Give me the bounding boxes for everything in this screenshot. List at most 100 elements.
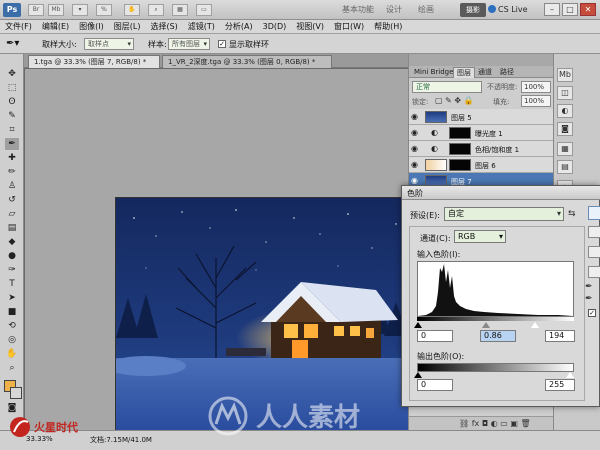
move-tool-icon[interactable]: ✥ <box>5 68 19 80</box>
options-button[interactable] <box>588 266 600 278</box>
menu-image[interactable]: 图像(I) <box>74 20 109 34</box>
show-sampling-ring-checkbox[interactable]: ✓ <box>218 40 226 48</box>
add-mask-icon[interactable]: ◘ <box>482 419 488 428</box>
output-black-field[interactable]: 0 <box>417 379 453 391</box>
3d-orbit-tool-icon[interactable]: ◎ <box>5 334 19 346</box>
maximize-button[interactable]: □ <box>562 3 578 16</box>
layers-icon[interactable]: ◫ <box>557 86 573 100</box>
history-brush-tool-icon[interactable]: ↺ <box>5 194 19 206</box>
menu-view[interactable]: 视图(V) <box>291 20 329 34</box>
cancel-button[interactable] <box>588 226 600 238</box>
black-point-eyedropper-icon[interactable]: ✒ <box>585 282 593 292</box>
visibility-eye-icon[interactable]: ◉ <box>411 128 420 137</box>
workspace-tab-basic[interactable]: 基本功能 <box>336 3 380 17</box>
input-black-slider[interactable] <box>414 322 422 328</box>
eyedropper-preset-icon[interactable]: ✒▾ <box>6 38 19 49</box>
gray-point-eyedropper-icon[interactable]: ✒ <box>585 294 593 304</box>
link-layers-icon[interactable]: ⛓ <box>459 419 469 428</box>
input-black-field[interactable]: 0 <box>417 330 453 342</box>
zoom-tool-icon[interactable]: ⌕ <box>148 4 164 16</box>
menu-select[interactable]: 选择(S) <box>145 20 182 34</box>
visibility-eye-icon[interactable]: ◉ <box>411 112 420 121</box>
new-adjustment-icon[interactable]: ◐ <box>491 419 498 428</box>
delete-layer-icon[interactable]: 🗑 <box>520 419 530 428</box>
input-gamma-field[interactable]: 0.86 <box>480 330 516 342</box>
menu-analysis[interactable]: 分析(A) <box>220 20 258 34</box>
input-white-slider[interactable] <box>531 322 539 328</box>
output-white-slider[interactable] <box>566 372 574 378</box>
new-group-icon[interactable]: ▭ <box>500 419 508 428</box>
eraser-tool-icon[interactable]: ▱ <box>5 208 19 220</box>
opacity-input[interactable]: 100% <box>521 81 551 93</box>
minimize-button[interactable]: – <box>544 3 560 16</box>
type-tool-icon[interactable]: T <box>5 278 19 290</box>
layer-row[interactable]: ◉ 图层 6 <box>409 157 554 173</box>
output-white-field[interactable]: 255 <box>545 379 575 391</box>
input-gamma-slider[interactable] <box>482 322 490 328</box>
3d-rotate-tool-icon[interactable]: ⟲ <box>5 320 19 332</box>
styles-icon[interactable]: ▦ <box>557 142 573 156</box>
input-white-field[interactable]: 194 <box>545 330 575 342</box>
fill-input[interactable]: 100% <box>521 95 551 107</box>
minibridge-icon[interactable]: Mb <box>48 4 64 16</box>
arrange-documents-icon[interactable]: ▦ <box>172 4 188 16</box>
close-button[interactable]: ✕ <box>580 3 596 16</box>
bridge-icon[interactable]: Br <box>28 4 44 16</box>
sample-size-select[interactable]: 取样点 <box>84 38 134 50</box>
marquee-tool-icon[interactable]: ⬚ <box>5 82 19 94</box>
preset-select[interactable]: 自定 <box>444 207 564 221</box>
spot-heal-tool-icon[interactable]: ✚ <box>5 152 19 164</box>
visibility-eye-icon[interactable]: ◉ <box>411 160 420 169</box>
hand-tool-icon[interactable]: ✋ <box>124 4 140 16</box>
screen-mode-icon[interactable]: ▭ <box>196 4 212 16</box>
menu-file[interactable]: 文件(F) <box>0 20 37 34</box>
crop-tool-icon[interactable]: ⌗ <box>5 124 19 136</box>
menu-window[interactable]: 窗口(W) <box>329 20 369 34</box>
menu-help[interactable]: 帮助(H) <box>369 20 407 34</box>
path-select-tool-icon[interactable]: ➤ <box>5 292 19 304</box>
clone-stamp-tool-icon[interactable]: ♙ <box>5 180 19 192</box>
menu-3d[interactable]: 3D(D) <box>258 20 292 34</box>
mini-bridge-icon[interactable]: Mb <box>557 68 573 82</box>
gradient-tool-icon[interactable]: ▤ <box>5 222 19 234</box>
lasso-tool-icon[interactable]: ʘ <box>5 96 19 108</box>
tab-channels[interactable]: 通道 <box>475 67 495 78</box>
menu-edit[interactable]: 编辑(E) <box>37 20 74 34</box>
dodge-tool-icon[interactable]: ● <box>5 250 19 262</box>
blend-mode-select[interactable]: 正常 <box>412 81 482 93</box>
document-size[interactable]: 文档:7.15M/41.0M <box>90 435 152 445</box>
tab-layers[interactable]: 图层 <box>453 67 475 78</box>
eyedropper-tool-icon[interactable]: ✒ <box>5 138 19 150</box>
menu-layer[interactable]: 图层(L) <box>109 20 146 34</box>
preset-options-icon[interactable]: ⇆ <box>568 209 576 219</box>
cs-live-button[interactable]: CS Live <box>488 3 534 17</box>
masks-icon[interactable]: ◙ <box>557 122 573 136</box>
blur-tool-icon[interactable]: ◆ <box>5 236 19 248</box>
quick-select-tool-icon[interactable]: ✎ <box>5 110 19 122</box>
adjustments-icon[interactable]: ◐ <box>557 104 573 118</box>
layer-row[interactable]: ◉ ◐ 曝光度 1 <box>409 125 554 141</box>
menu-filter[interactable]: 滤镜(T) <box>183 20 220 34</box>
tab-paths[interactable]: 路径 <box>497 67 517 78</box>
swatches-icon[interactable]: ▤ <box>557 160 573 174</box>
channel-select[interactable]: RGB <box>454 230 506 243</box>
visibility-eye-icon[interactable]: ◉ <box>411 144 420 153</box>
shape-tool-icon[interactable]: ■ <box>5 306 19 318</box>
workspace-tab-photography[interactable]: 摄影 <box>460 3 486 17</box>
background-color-swatch[interactable] <box>10 387 22 399</box>
output-black-slider[interactable] <box>414 372 422 378</box>
ok-button[interactable] <box>588 206 600 220</box>
extras-icon[interactable]: ▾ <box>72 4 88 16</box>
zoom-tool-icon[interactable]: ⌕ <box>5 362 19 374</box>
workspace-tab-design[interactable]: 设计 <box>380 3 408 17</box>
visibility-eye-icon[interactable]: ◉ <box>411 176 420 185</box>
sample-select[interactable]: 所有图层 <box>168 38 210 50</box>
tab-mini-bridge[interactable]: Mini Bridge <box>411 67 456 78</box>
hand-tool-icon[interactable]: ✋ <box>5 348 19 360</box>
doc-tab-active[interactable]: 1.tga @ 33.3% (图层 7, RGB/8) * <box>28 55 160 68</box>
new-layer-icon[interactable]: ▣ <box>510 419 518 428</box>
preview-checkbox[interactable]: ✓ <box>588 309 596 317</box>
brush-tool-icon[interactable]: ✏ <box>5 166 19 178</box>
doc-tab-depth[interactable]: 1_VR_2深度.tga @ 33.3% (图层 0, RGB/8) * <box>162 55 332 68</box>
layer-row[interactable]: ◉ ◐ 色相/饱和度 1 <box>409 141 554 157</box>
